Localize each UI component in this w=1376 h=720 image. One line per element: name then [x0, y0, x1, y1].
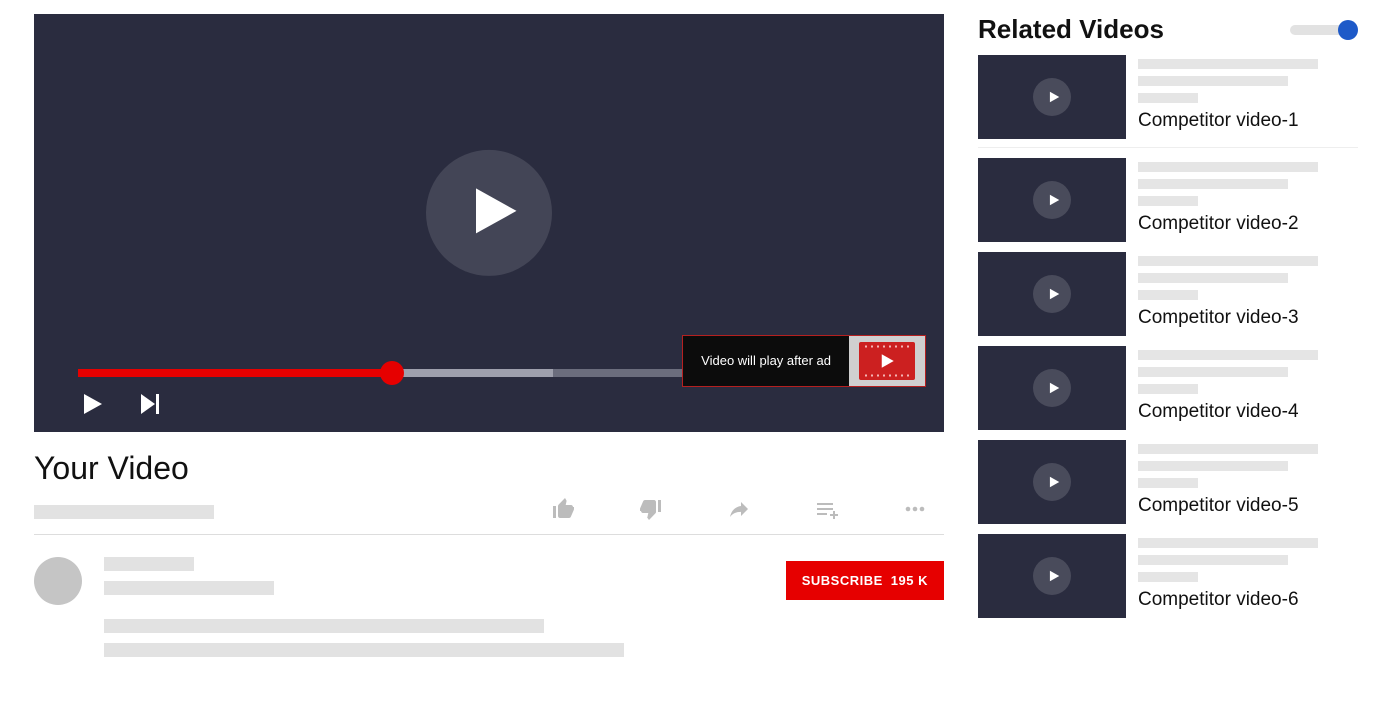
related-caption: Competitor video-5	[1138, 495, 1358, 517]
related-meta-placeholder	[1138, 367, 1288, 377]
thumbnail-play-icon	[1033, 463, 1071, 501]
video-thumbnail[interactable]	[978, 158, 1126, 242]
next-icon	[138, 392, 162, 421]
related-title-placeholder	[1138, 444, 1318, 454]
related-meta-placeholder	[1138, 179, 1288, 189]
thumbnail-play-icon	[1033, 78, 1071, 116]
play-progress	[78, 369, 392, 377]
video-title: Your Video	[34, 450, 944, 487]
related-videos-header: Related Videos	[978, 14, 1164, 45]
video-thumbnail[interactable]	[978, 440, 1126, 524]
related-caption: Competitor video-4	[1138, 401, 1358, 423]
big-play-button[interactable]	[426, 150, 552, 276]
related-caption: Competitor video-1	[1138, 110, 1358, 132]
channel-name-placeholder	[104, 557, 194, 571]
autoplay-toggle[interactable]	[1290, 20, 1358, 40]
related-meta-placeholder	[1138, 478, 1198, 488]
thumbnail-play-icon	[1033, 181, 1071, 219]
play-icon	[457, 183, 521, 242]
share-button[interactable]	[724, 497, 754, 526]
save-button[interactable]	[812, 497, 842, 526]
thumbs-down-icon	[636, 508, 666, 525]
related-meta-placeholder	[1138, 196, 1198, 206]
film-reel-icon	[859, 342, 915, 380]
channel-avatar[interactable]	[34, 557, 82, 605]
related-caption: Competitor video-2	[1138, 213, 1358, 235]
related-meta-placeholder	[1138, 572, 1198, 582]
thumbs-up-icon	[548, 508, 578, 525]
related-title-placeholder	[1138, 538, 1318, 548]
subscribe-label: SUBSCRIBE	[802, 573, 883, 588]
ad-message: Video will play after ad	[683, 336, 849, 386]
related-title-placeholder	[1138, 162, 1318, 172]
play-icon	[80, 392, 104, 421]
description-placeholder	[104, 619, 544, 633]
subscriber-count: 195 K	[891, 573, 928, 588]
related-video-item[interactable]: Competitor video-6	[978, 534, 1358, 622]
related-title-placeholder	[1138, 59, 1318, 69]
toggle-knob	[1338, 20, 1358, 40]
thumbnail-play-icon	[1033, 275, 1071, 313]
progress-knob[interactable]	[380, 361, 404, 385]
related-title-placeholder	[1138, 350, 1318, 360]
video-thumbnail[interactable]	[978, 252, 1126, 336]
related-title-placeholder	[1138, 256, 1318, 266]
related-video-item[interactable]: Competitor video-4	[978, 346, 1358, 434]
skip-ad-button[interactable]	[849, 336, 925, 386]
more-button[interactable]	[900, 497, 930, 526]
video-thumbnail[interactable]	[978, 346, 1126, 430]
related-meta-placeholder	[1138, 76, 1288, 86]
more-horizontal-icon	[900, 508, 930, 525]
like-button[interactable]	[548, 497, 578, 526]
related-video-item[interactable]: Competitor video-3	[978, 252, 1358, 340]
video-thumbnail[interactable]	[978, 55, 1126, 139]
description-placeholder	[104, 643, 624, 657]
related-meta-placeholder	[1138, 384, 1198, 394]
play-button[interactable]	[78, 392, 106, 420]
related-video-item[interactable]: Competitor video-1	[978, 55, 1358, 148]
related-video-item[interactable]: Competitor video-2	[978, 158, 1358, 246]
playlist-add-icon	[812, 508, 842, 525]
related-meta-placeholder	[1138, 273, 1288, 283]
video-player: Video will play after ad	[34, 14, 944, 432]
related-meta-placeholder	[1138, 290, 1198, 300]
related-meta-placeholder	[1138, 461, 1288, 471]
related-meta-placeholder	[1138, 93, 1198, 103]
share-icon	[724, 508, 754, 525]
video-thumbnail[interactable]	[978, 534, 1126, 618]
subscribe-button[interactable]: SUBSCRIBE 195 K	[786, 561, 944, 600]
related-caption: Competitor video-3	[1138, 307, 1358, 329]
ad-overlay: Video will play after ad	[682, 335, 926, 387]
dislike-button[interactable]	[636, 497, 666, 526]
next-button[interactable]	[136, 392, 164, 420]
related-caption: Competitor video-6	[1138, 589, 1358, 611]
related-meta-placeholder	[1138, 555, 1288, 565]
channel-meta-placeholder	[104, 581, 274, 595]
thumbnail-play-icon	[1033, 369, 1071, 407]
related-video-item[interactable]: Competitor video-5	[978, 440, 1358, 528]
view-count-placeholder	[34, 505, 214, 519]
thumbnail-play-icon	[1033, 557, 1071, 595]
